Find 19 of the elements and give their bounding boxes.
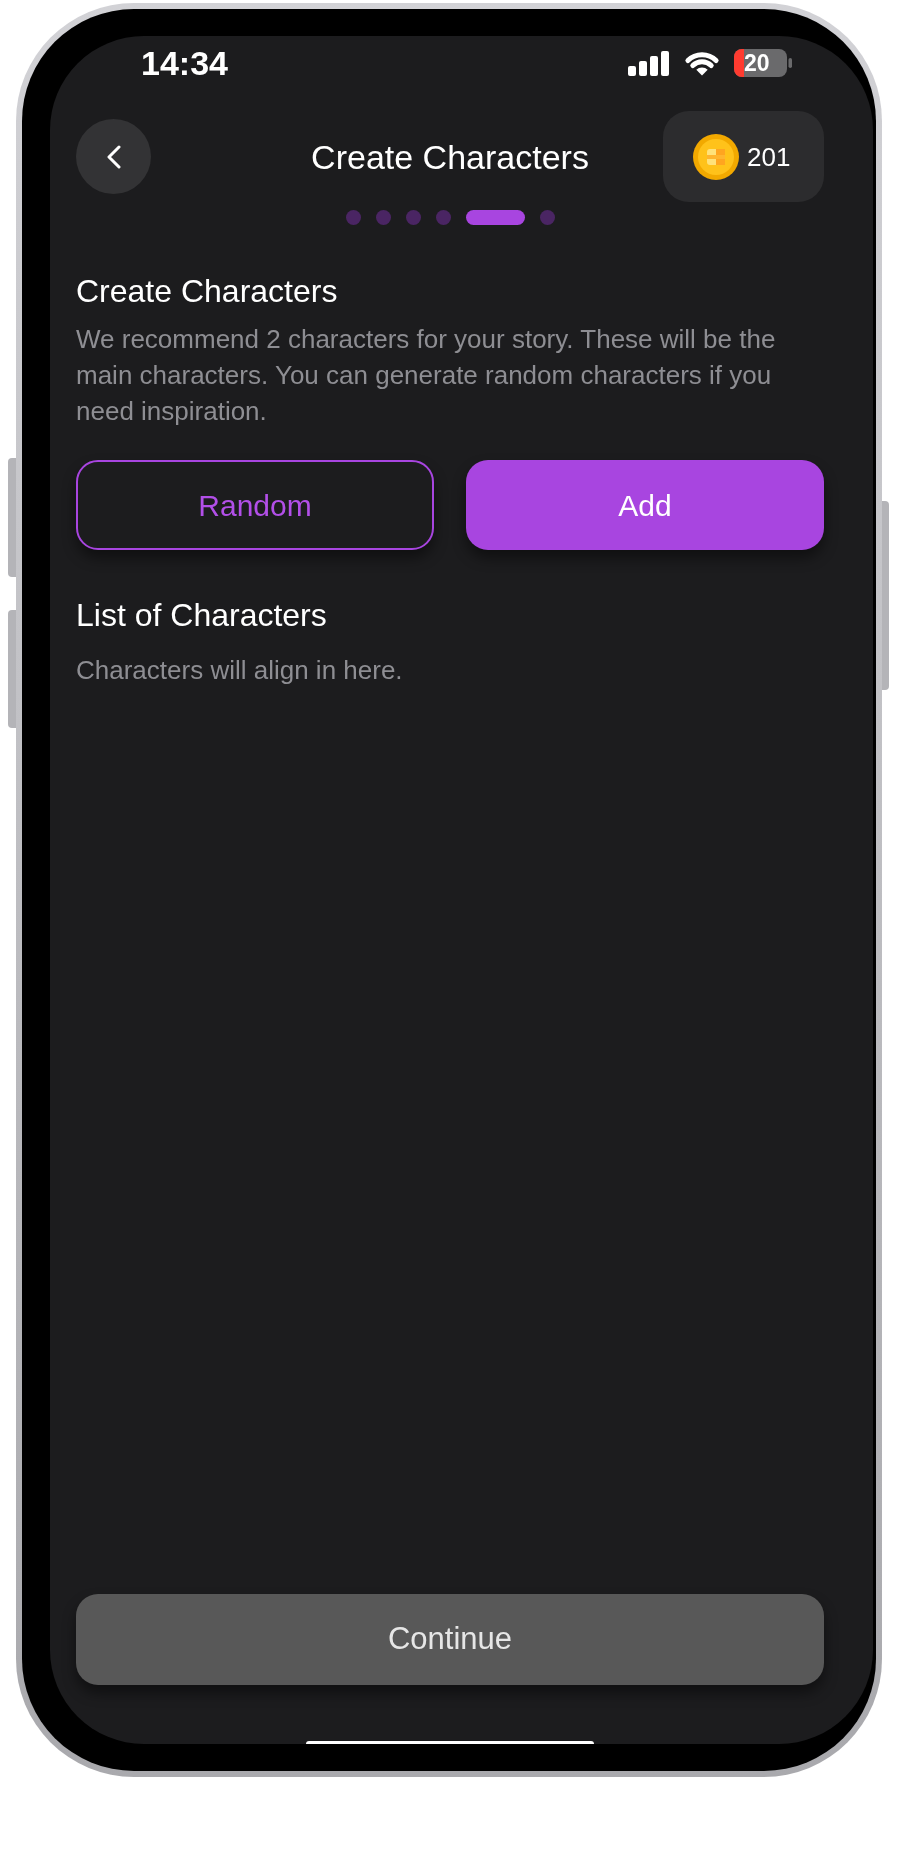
status-time: 14:34: [141, 46, 228, 80]
description-text: We recommend 2 characters for your story. These will be the main characters. You can generate random characters if you need inspiration.: [76, 323, 777, 428]
battery-icon: [734, 49, 792, 77]
volume-button[interactable]: [8, 610, 16, 728]
random-button[interactable]: Random: [76, 460, 434, 550]
empty-list-text: Characters will align in here.: [76, 654, 404, 687]
add-button[interactable]: Add: [466, 460, 824, 550]
screen-title: Create Characters: [311, 136, 589, 177]
section-heading: List of Characters: [76, 596, 328, 634]
coin-count: 201: [747, 141, 791, 172]
battery-percentage: 20: [744, 50, 770, 76]
signal-icon: [628, 50, 670, 76]
volume-button[interactable]: [8, 458, 16, 577]
wifi-icon: [684, 50, 720, 76]
coin-icon: [693, 133, 739, 180]
home-indicator[interactable]: [306, 1741, 594, 1744]
section-heading: Create Characters: [76, 272, 339, 310]
power-button[interactable]: [882, 501, 889, 690]
chevron-left-icon: [106, 144, 121, 169]
